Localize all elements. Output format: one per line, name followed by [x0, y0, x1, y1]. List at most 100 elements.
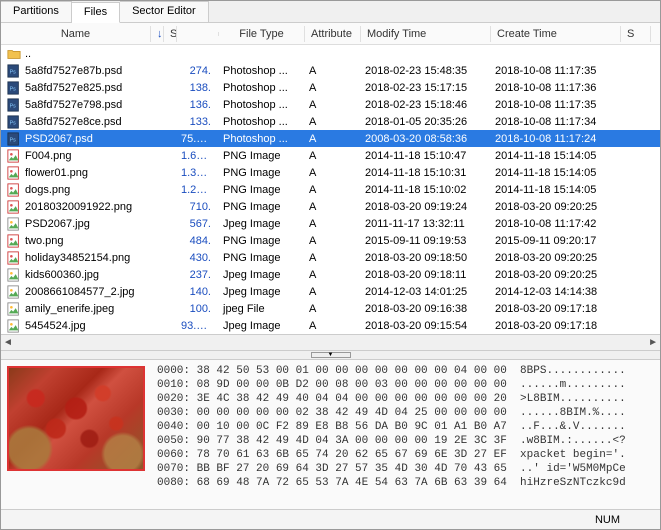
file-size: 430.: [175, 251, 217, 265]
file-icon: Ps: [7, 64, 21, 78]
file-modify: 2014-11-18 15:10:47: [359, 149, 489, 163]
file-icon: [7, 268, 21, 282]
col-modify[interactable]: Modify Time: [361, 26, 491, 42]
scroll-right-icon[interactable]: ►: [648, 337, 658, 348]
col-filetype[interactable]: File Type: [219, 26, 305, 42]
col-s[interactable]: S: [164, 26, 177, 42]
horizontal-scrollbar[interactable]: ◄ ►: [1, 334, 660, 350]
file-create: 2014-11-18 15:14:05: [489, 166, 619, 180]
file-modify: 2018-01-05 20:35:26: [359, 115, 489, 129]
file-icon: [7, 166, 21, 180]
tab-partitions[interactable]: Partitions: [1, 1, 72, 22]
folder-up-icon: [7, 47, 21, 61]
file-modify: 2018-03-20 09:18:11: [359, 268, 489, 282]
file-type: Jpeg Image: [217, 268, 303, 282]
col-name[interactable]: Name: [1, 26, 151, 42]
file-type: PNG Image: [217, 200, 303, 214]
file-name: flower01.png: [25, 167, 88, 179]
table-row[interactable]: F004.png1.6MBPNG ImageA2014-11-18 15:10:…: [1, 147, 660, 164]
preview-pane: 0000: 38 42 50 53 00 01 00 00 00 00 00 0…: [1, 360, 660, 509]
svg-text:Ps: Ps: [10, 86, 17, 92]
file-modify: 2018-02-23 15:17:15: [359, 81, 489, 95]
file-modify: 2011-11-17 13:32:11: [359, 217, 489, 231]
file-modify: 2014-12-03 14:01:25: [359, 285, 489, 299]
file-create: 2018-10-08 11:17:35: [489, 98, 619, 112]
file-name: amily_enerife.jpeg: [25, 303, 114, 315]
table-row[interactable]: two.png484.PNG ImageA2015-09-11 09:19:53…: [1, 232, 660, 249]
file-name: two.png: [25, 235, 64, 247]
file-icon: [7, 217, 21, 231]
table-row[interactable]: Ps5a8fd7527e798.psd136.Photoshop ...A201…: [1, 96, 660, 113]
file-icon: Ps: [7, 115, 21, 129]
file-icon: [7, 200, 21, 214]
svg-text:Ps: Ps: [10, 69, 17, 75]
file-create: 2018-03-20 09:17:18: [489, 319, 619, 333]
file-name: F004.png: [25, 150, 71, 162]
parent-folder-row[interactable]: ..: [1, 45, 660, 62]
file-create: 2018-10-08 11:17:34: [489, 115, 619, 129]
file-icon: [7, 149, 21, 163]
file-attr: A: [303, 234, 359, 248]
file-type: jpeg File: [217, 302, 303, 316]
file-create: 2018-03-20 09:17:18: [489, 302, 619, 316]
file-icon: [7, 302, 21, 316]
status-bar: NUM: [1, 509, 660, 529]
file-size: 75.3MB: [175, 132, 217, 146]
col-create[interactable]: Create Time: [491, 26, 621, 42]
file-attr: A: [303, 302, 359, 316]
file-list[interactable]: .. Ps5a8fd7527e87b.psd274.Photoshop ...A…: [1, 45, 660, 334]
table-row[interactable]: 5454524.jpg93.7KBJpeg ImageA2018-03-20 0…: [1, 317, 660, 334]
table-row[interactable]: Ps5a8fd7527e87b.psd274.Photoshop ...A201…: [1, 62, 660, 79]
file-create: 2018-03-20 09:20:25: [489, 251, 619, 265]
file-size: 484.: [175, 234, 217, 248]
file-modify: 2008-03-20 08:58:36: [359, 132, 489, 146]
file-modify: 2018-03-20 09:18:50: [359, 251, 489, 265]
file-modify: 2014-11-18 15:10:02: [359, 183, 489, 197]
file-create: 2018-10-08 11:17:24: [489, 132, 619, 146]
table-row[interactable]: Ps5a8fd7527e825.psd138.Photoshop ...A201…: [1, 79, 660, 96]
table-row[interactable]: kids600360.jpg237.Jpeg ImageA2018-03-20 …: [1, 266, 660, 283]
table-row[interactable]: flower01.png1.3MBPNG ImageA2014-11-18 15…: [1, 164, 660, 181]
sort-arrow-icon[interactable]: ↓: [151, 26, 164, 42]
file-modify: 2018-02-23 15:48:35: [359, 64, 489, 78]
col-size-spacer[interactable]: [177, 32, 219, 36]
file-create: 2014-11-18 15:14:05: [489, 149, 619, 163]
file-type: Photoshop ...: [217, 64, 303, 78]
hex-view[interactable]: 0000: 38 42 50 53 00 01 00 00 00 00 00 0…: [151, 360, 660, 509]
tab-files[interactable]: Files: [72, 2, 120, 23]
table-row[interactable]: Ps5a8fd7527e8ce.psd133.Photoshop ...A201…: [1, 113, 660, 130]
file-create: 2018-03-20 09:20:25: [489, 200, 619, 214]
file-size: 93.7KB: [175, 319, 217, 333]
scroll-left-icon[interactable]: ◄: [3, 337, 13, 348]
file-icon: Ps: [7, 132, 21, 146]
table-row[interactable]: 20180320091922.png710.PNG ImageA2018-03-…: [1, 198, 660, 215]
file-modify: 2018-03-20 09:19:24: [359, 200, 489, 214]
file-name: 2008661084577_2.jpg: [25, 286, 135, 298]
splitter[interactable]: ▼: [1, 350, 660, 360]
file-type: PNG Image: [217, 149, 303, 163]
table-row[interactable]: PSD2067.jpg567.Jpeg ImageA2011-11-17 13:…: [1, 215, 660, 232]
tab-sector-editor[interactable]: Sector Editor: [120, 1, 209, 22]
file-size: 1.6MB: [175, 149, 217, 163]
column-headers: Name ↓ S File Type Attribute Modify Time…: [1, 23, 660, 45]
file-create: 2018-10-08 11:17:42: [489, 217, 619, 231]
file-name: PSD2067.psd: [25, 133, 93, 145]
splitter-grip-icon[interactable]: ▼: [311, 352, 351, 358]
thumbnail-image[interactable]: [7, 366, 145, 471]
table-row[interactable]: 2008661084577_2.jpg140.Jpeg ImageA2014-1…: [1, 283, 660, 300]
table-row[interactable]: dogs.png1.2MBPNG ImageA2014-11-18 15:10:…: [1, 181, 660, 198]
file-size: 136.: [175, 98, 217, 112]
file-name: kids600360.jpg: [25, 269, 99, 281]
file-size: 100.: [175, 302, 217, 316]
parent-label: ..: [25, 48, 31, 60]
file-size: 1.3MB: [175, 166, 217, 180]
file-attr: A: [303, 268, 359, 282]
file-attr: A: [303, 200, 359, 214]
table-row[interactable]: PsPSD2067.psd75.3MBPhotoshop ...A2008-03…: [1, 130, 660, 147]
file-create: 2014-12-03 14:14:38: [489, 285, 619, 299]
table-row[interactable]: amily_enerife.jpeg 100.jpeg FileA 2018-03-…: [1, 300, 660, 317]
col-s2[interactable]: S: [621, 26, 651, 42]
table-row[interactable]: holiday34852154.png430.PNG ImageA2018-03…: [1, 249, 660, 266]
col-attribute[interactable]: Attribute: [305, 26, 361, 42]
svg-text:Ps: Ps: [10, 137, 17, 143]
